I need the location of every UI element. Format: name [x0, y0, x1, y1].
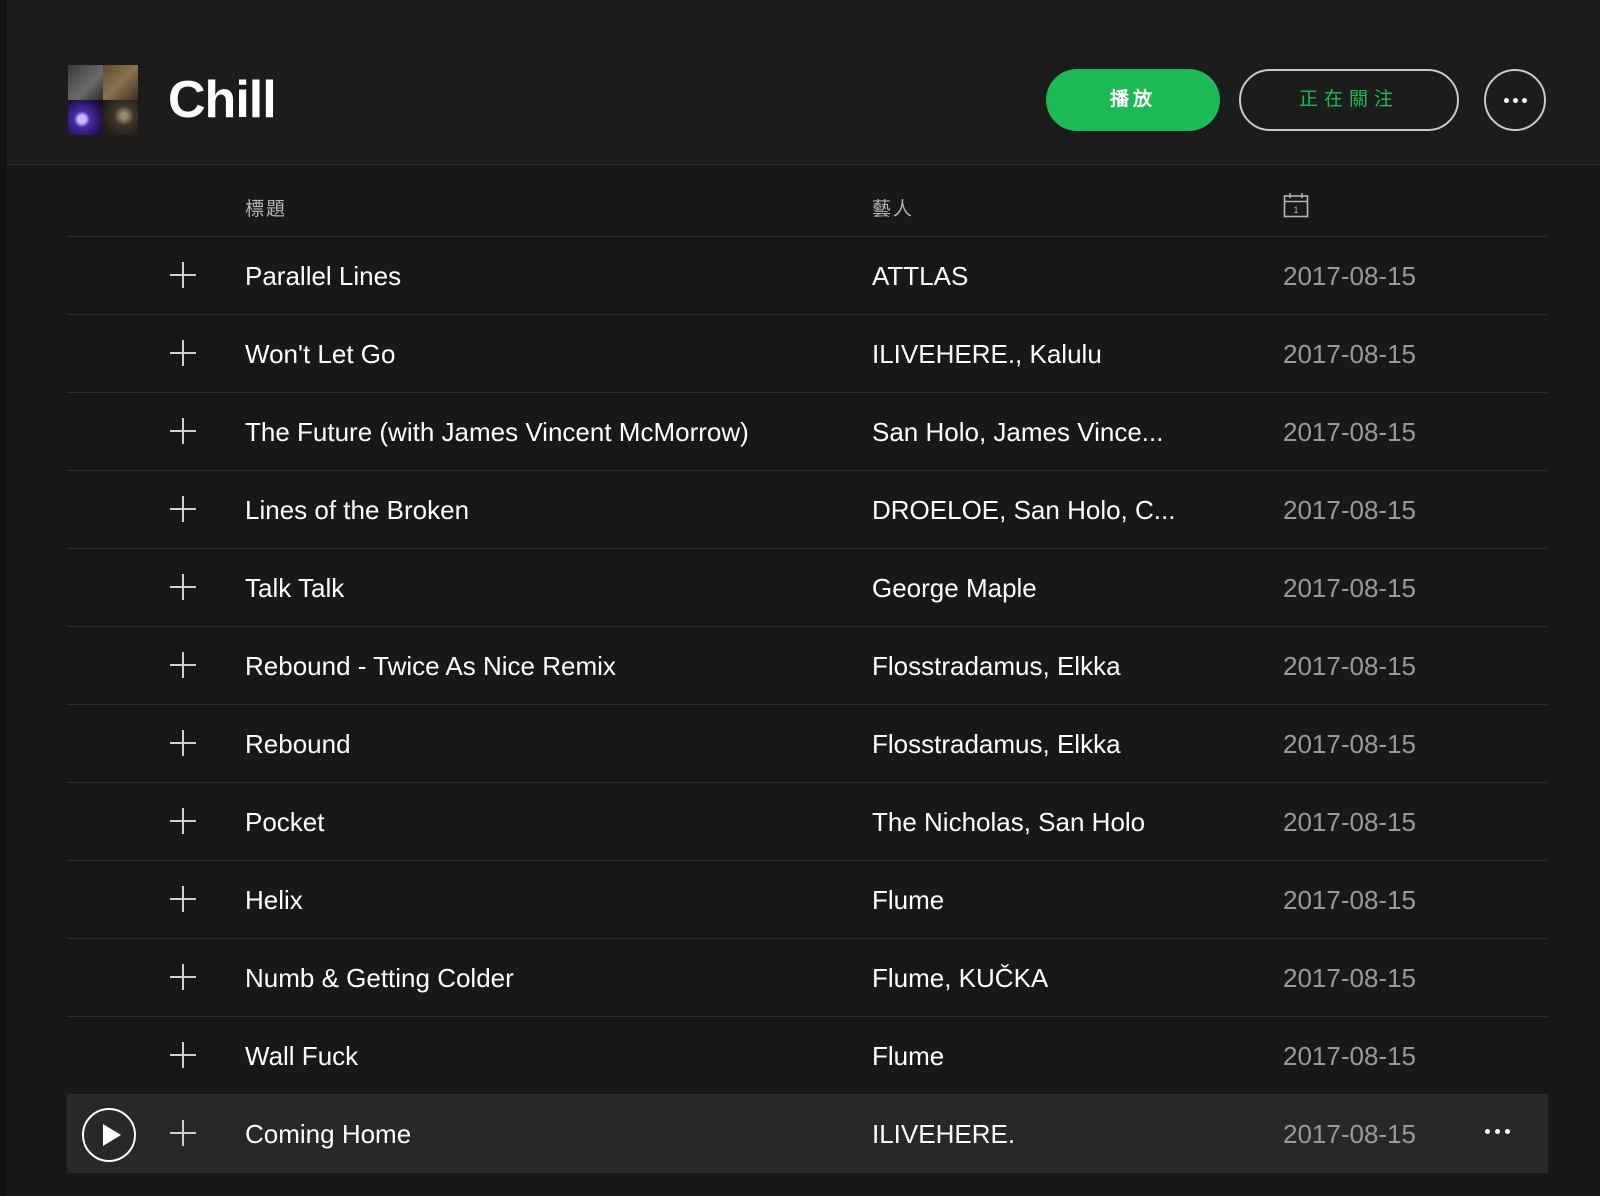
- track-title: Helix: [245, 885, 303, 915]
- track-artist[interactable]: ILIVEHERE.: [872, 1119, 1015, 1150]
- track-more-button[interactable]: [1485, 1129, 1510, 1134]
- table-row[interactable]: Rebound - Twice As Nice Remix Flosstradam…: [67, 627, 1548, 705]
- table-row[interactable]: Parallel Lines ATTLAS 2017-08-15: [67, 237, 1548, 315]
- cover-tile: [103, 100, 138, 135]
- track-date-added: 2017-08-15: [1283, 261, 1416, 291]
- track-artist[interactable]: The Nicholas, San Holo: [872, 807, 1145, 838]
- play-button[interactable]: 播放: [1046, 69, 1220, 131]
- add-icon[interactable]: [170, 496, 196, 522]
- track-artist[interactable]: ATTLAS: [872, 261, 968, 292]
- table-row[interactable]: Numb & Getting Colder Flume, KUČKA 2017-08…: [67, 939, 1548, 1017]
- track-title: Lines of the Broken: [245, 495, 470, 525]
- svg-text:1: 1: [1293, 205, 1298, 215]
- add-icon[interactable]: [170, 418, 196, 444]
- track-title: Rebound - Twice As Nice Remix: [245, 651, 616, 681]
- play-track-button[interactable]: [82, 1108, 136, 1162]
- track-table: 標題 藝人 1 Parallel Lines ATTLAS 2017-08-15 Wo…: [67, 164, 1548, 1173]
- track-date-added: 2017-08-15: [1283, 963, 1416, 993]
- track-date-added: 2017-08-15: [1283, 495, 1416, 525]
- add-icon[interactable]: [170, 964, 196, 990]
- table-row[interactable]: Wall Fuck Flume 2017-08-15: [67, 1017, 1548, 1095]
- add-icon[interactable]: [170, 886, 196, 912]
- table-row[interactable]: Lines of the Broken DROELOE, San Holo, C.…: [67, 471, 1548, 549]
- playlist-header: Chill 播放 正在關注: [7, 0, 1600, 165]
- column-artist-header[interactable]: 藝人: [872, 194, 914, 221]
- cover-tile: [68, 100, 103, 135]
- more-dot: [1495, 1129, 1500, 1134]
- track-artist[interactable]: George Maple: [872, 573, 1037, 604]
- table-row[interactable]: Rebound Flosstradamus, Elkka 2017-08-15: [67, 705, 1548, 783]
- track-artist[interactable]: Flume: [872, 1041, 944, 1072]
- table-row[interactable]: Won't Let Go ILIVEHERE., Kalulu 2017-08-15: [67, 315, 1548, 393]
- track-title: Numb & Getting Colder: [245, 963, 514, 993]
- track-date-added: 2017-08-15: [1283, 573, 1416, 603]
- column-title-header[interactable]: 標題: [245, 194, 287, 221]
- table-row[interactable]: Helix Flume 2017-08-15: [67, 861, 1548, 939]
- track-artist[interactable]: Flosstradamus, Elkka: [872, 651, 1121, 682]
- add-icon[interactable]: [170, 652, 196, 678]
- add-icon[interactable]: [170, 262, 196, 288]
- track-title: Coming Home: [245, 1119, 412, 1149]
- track-title: Wall Fuck: [245, 1041, 359, 1071]
- track-title: Won't Let Go: [245, 339, 396, 369]
- more-horizontal-icon: [1503, 97, 1509, 103]
- sidebar-edge: [0, 0, 7, 1196]
- playlist-view: Chill 播放 正在關注 標題 藝人 1 Parallel Lines ATTL…: [0, 0, 1600, 1196]
- track-title: Parallel Lines: [245, 261, 402, 291]
- add-icon[interactable]: [170, 1042, 196, 1068]
- track-artist[interactable]: Flume, KUČKA: [872, 963, 1048, 994]
- track-date-added: 2017-08-15: [1283, 729, 1416, 759]
- cover-tile: [68, 65, 103, 100]
- page-title: Chill: [168, 71, 277, 129]
- table-row[interactable]: The Future (with James Vincent McMorrow)…: [67, 393, 1548, 471]
- track-list: Parallel Lines ATTLAS 2017-08-15 Won't Let …: [67, 237, 1548, 1173]
- track-date-added: 2017-08-15: [1283, 339, 1416, 369]
- more-dot: [1505, 1129, 1510, 1134]
- track-artist[interactable]: San Holo, James Vince...: [872, 417, 1163, 448]
- add-icon[interactable]: [170, 574, 196, 600]
- track-date-added: 2017-08-15: [1283, 807, 1416, 837]
- track-artist[interactable]: Flosstradamus, Elkka: [872, 729, 1121, 760]
- track-date-added: 2017-08-15: [1283, 1119, 1416, 1149]
- calendar-icon[interactable]: 1: [1283, 192, 1309, 218]
- add-icon[interactable]: [170, 808, 196, 834]
- track-title: Rebound: [245, 729, 351, 759]
- table-row[interactable]: Coming Home ILIVEHERE. 2017-08-15: [67, 1095, 1548, 1173]
- track-date-added: 2017-08-15: [1283, 885, 1416, 915]
- more-dot: [1521, 97, 1527, 103]
- more-horizontal-icon: [1485, 1129, 1490, 1134]
- track-date-added: 2017-08-15: [1283, 417, 1416, 447]
- track-artist[interactable]: Flume: [872, 885, 944, 916]
- cover-tile: [103, 65, 138, 100]
- track-date-added: 2017-08-15: [1283, 1041, 1416, 1071]
- track-artist[interactable]: DROELOE, San Holo, C...: [872, 495, 1175, 526]
- add-icon[interactable]: [170, 1120, 196, 1146]
- table-row[interactable]: Talk Talk George Maple 2017-08-15: [67, 549, 1548, 627]
- track-title: Pocket: [245, 807, 325, 837]
- add-icon[interactable]: [170, 340, 196, 366]
- more-dot: [1512, 97, 1518, 103]
- add-icon[interactable]: [170, 730, 196, 756]
- table-row[interactable]: Pocket The Nicholas, San Holo 2017-08-15: [67, 783, 1548, 861]
- playlist-cover: [68, 65, 138, 135]
- track-artist[interactable]: ILIVEHERE., Kalulu: [872, 339, 1102, 370]
- more-options-button[interactable]: [1484, 69, 1546, 131]
- follow-button[interactable]: 正在關注: [1239, 69, 1459, 131]
- track-title: The Future (with James Vincent McMorrow): [245, 417, 749, 447]
- table-header: 標題 藝人 1: [67, 164, 1548, 237]
- track-title: Talk Talk: [245, 573, 345, 603]
- track-date-added: 2017-08-15: [1283, 651, 1416, 681]
